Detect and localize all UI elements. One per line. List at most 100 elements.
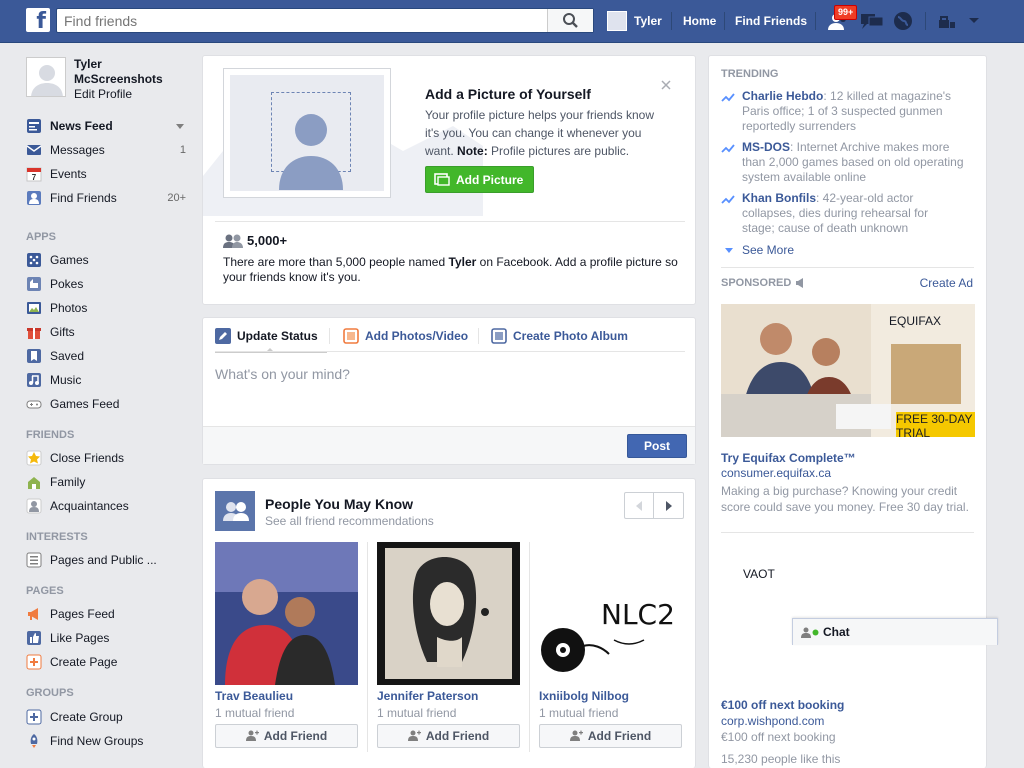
facebook-logo[interactable]: f bbox=[26, 8, 50, 32]
find-friends-link[interactable]: Find Friends bbox=[735, 14, 807, 28]
sidebar-item-label: News Feed bbox=[50, 119, 113, 133]
chevron-down-icon[interactable] bbox=[968, 17, 980, 25]
messages-icon[interactable] bbox=[861, 12, 883, 30]
sidebar-item-news-feed[interactable]: News Feed bbox=[26, 115, 186, 137]
home-link[interactable]: Home bbox=[683, 14, 716, 28]
profile-placeholder-frame[interactable] bbox=[223, 68, 391, 198]
trending-item[interactable]: MS-DOS: Internet Archive makes more than… bbox=[721, 140, 964, 185]
mutual-friends[interactable]: 1 mutual friend bbox=[215, 706, 294, 720]
sidebar-item-music[interactable]: Music bbox=[26, 369, 186, 391]
sidebar-item-games[interactable]: Games bbox=[26, 249, 186, 271]
sidebar-item-like-pages[interactable]: Like Pages bbox=[26, 627, 186, 649]
sidebar-item-pages-feed[interactable]: Pages Feed bbox=[26, 603, 186, 625]
notification-badge: 99+ bbox=[834, 5, 858, 20]
button-label: Add Friend bbox=[263, 729, 328, 743]
ad-text: €100 off next booking bbox=[721, 730, 836, 744]
sidebar-item-label: Games Feed bbox=[50, 397, 120, 411]
sidebar-item-create-page[interactable]: Create Page bbox=[26, 651, 186, 673]
tab-add-photos[interactable]: Add Photos/Video bbox=[343, 328, 468, 344]
search-button[interactable] bbox=[547, 9, 593, 32]
music-icon bbox=[27, 373, 41, 387]
status-input[interactable]: What's on your mind? bbox=[215, 366, 350, 382]
post-button[interactable]: Post bbox=[627, 434, 687, 458]
edit-profile-link[interactable]: Edit Profile bbox=[74, 87, 184, 102]
close-icon[interactable] bbox=[661, 80, 671, 90]
ad-image[interactable]: EQUIFAX FREE 30-DAY TRIAL bbox=[721, 304, 975, 437]
person-name[interactable]: Ixniibolg Nilbog bbox=[539, 689, 629, 703]
profile-name[interactable]: Tyler McScreenshots bbox=[74, 57, 184, 87]
chat-tab[interactable]: Chat bbox=[792, 618, 998, 645]
caret-icon[interactable] bbox=[176, 123, 184, 129]
profile-picture[interactable] bbox=[26, 57, 66, 97]
person-icon bbox=[801, 627, 811, 638]
globe-icon[interactable] bbox=[893, 11, 913, 31]
sponsored-header: SPONSORED bbox=[721, 277, 792, 289]
ad-url[interactable]: consumer.equifax.ca bbox=[721, 466, 831, 480]
add-friend-button[interactable]: Add Friend bbox=[377, 724, 520, 748]
top-user-link[interactable]: Tyler bbox=[607, 10, 662, 32]
sidebar-item-label: Music bbox=[50, 373, 82, 387]
ad-brand: EQUIFAX bbox=[889, 314, 942, 328]
next-button[interactable] bbox=[654, 493, 683, 518]
games-icon bbox=[27, 253, 41, 267]
ad-url[interactable]: corp.wishpond.com bbox=[721, 714, 824, 728]
person-photo[interactable]: NLC2 bbox=[539, 542, 682, 685]
sidebar-item-gifts[interactable]: Gifts bbox=[26, 321, 186, 343]
add-picture-button[interactable]: Add Picture bbox=[425, 166, 534, 193]
tab-create-album[interactable]: Create Photo Album bbox=[491, 328, 628, 344]
sidebar-item-saved[interactable]: Saved bbox=[26, 345, 186, 367]
divider bbox=[724, 12, 725, 30]
mutual-friends[interactable]: 1 mutual friend bbox=[377, 706, 456, 720]
sidebar-item-close-friends[interactable]: Close Friends bbox=[26, 447, 186, 469]
acquaintances-icon bbox=[26, 498, 42, 514]
see-more-link[interactable]: See More bbox=[725, 243, 794, 257]
add-picture-label: Add Picture bbox=[456, 172, 524, 187]
sidebar-item-find-groups[interactable]: Find New Groups bbox=[26, 730, 186, 752]
sidebar-item-label: Photos bbox=[50, 301, 88, 315]
sidebar-item-count: 1 bbox=[179, 144, 186, 156]
ad-title[interactable]: €100 off next booking bbox=[721, 698, 844, 712]
sidebar-item-create-group[interactable]: Create Group bbox=[26, 706, 186, 728]
sidebar-item-label: Pages and Public ... bbox=[50, 553, 157, 567]
sidebar-item-label: Events bbox=[50, 167, 87, 181]
sidebar-item-photos[interactable]: Photos bbox=[26, 297, 186, 319]
person-name[interactable]: Trav Beaulieu bbox=[215, 689, 293, 703]
sidebar-item-events[interactable]: 7 Events bbox=[26, 163, 186, 185]
person-name[interactable]: Jennifer Paterson bbox=[377, 689, 478, 703]
silhouette-icon bbox=[279, 114, 343, 190]
divider bbox=[925, 12, 926, 30]
sidebar-item-messages[interactable]: Messages 1 bbox=[26, 139, 186, 161]
trending-item[interactable]: Khan Bonfils: 42-year-old actor collapse… bbox=[721, 191, 961, 236]
trending-item[interactable]: Charlie Hebdo: 12 killed at magazine's P… bbox=[721, 89, 961, 134]
tab-update-status[interactable]: Update Status bbox=[215, 328, 318, 344]
ad-image[interactable]: VAOT bbox=[721, 541, 975, 689]
close-friends-icon bbox=[26, 450, 42, 466]
chat-label: Chat bbox=[823, 625, 850, 639]
profile-summary: Tyler McScreenshots Edit Profile bbox=[26, 57, 184, 102]
mutual-friends[interactable]: 1 mutual friend bbox=[539, 706, 618, 720]
prev-button[interactable] bbox=[625, 493, 655, 518]
person-photo[interactable] bbox=[215, 542, 358, 685]
sidebar-item-acquaintances[interactable]: Acquaintances bbox=[26, 495, 186, 517]
photos-icon bbox=[27, 302, 41, 314]
add-friend-button[interactable]: Add Friend bbox=[215, 724, 358, 748]
divider bbox=[215, 221, 685, 222]
name-count: 5,000+ bbox=[247, 233, 288, 248]
ad-logo: VAOT bbox=[743, 567, 775, 581]
pymk-subtitle[interactable]: See all friend recommendations bbox=[265, 514, 434, 528]
ad-title[interactable]: Try Equifax Complete™ bbox=[721, 451, 856, 465]
sidebar-item-pages-public[interactable]: Pages and Public ... bbox=[26, 549, 186, 571]
add-friend-button[interactable]: Add Friend bbox=[539, 724, 682, 748]
sidebar-item-label: Pokes bbox=[50, 277, 84, 291]
events-icon: 7 bbox=[26, 167, 42, 182]
create-ad-link[interactable]: Create Ad bbox=[920, 276, 973, 290]
sidebar-item-family[interactable]: Family bbox=[26, 471, 186, 493]
sidebar-item-find-friends[interactable]: Find Friends 20+ bbox=[26, 187, 186, 209]
sidebar-item-pokes[interactable]: Pokes bbox=[26, 273, 186, 295]
privacy-lock-icon[interactable] bbox=[938, 14, 956, 30]
search-input[interactable] bbox=[57, 9, 547, 32]
sidebar-item-label: Like Pages bbox=[50, 631, 110, 645]
person-photo[interactable] bbox=[377, 542, 520, 685]
section-header-groups: GROUPS bbox=[26, 687, 74, 699]
sidebar-item-games-feed[interactable]: Games Feed bbox=[26, 393, 186, 415]
